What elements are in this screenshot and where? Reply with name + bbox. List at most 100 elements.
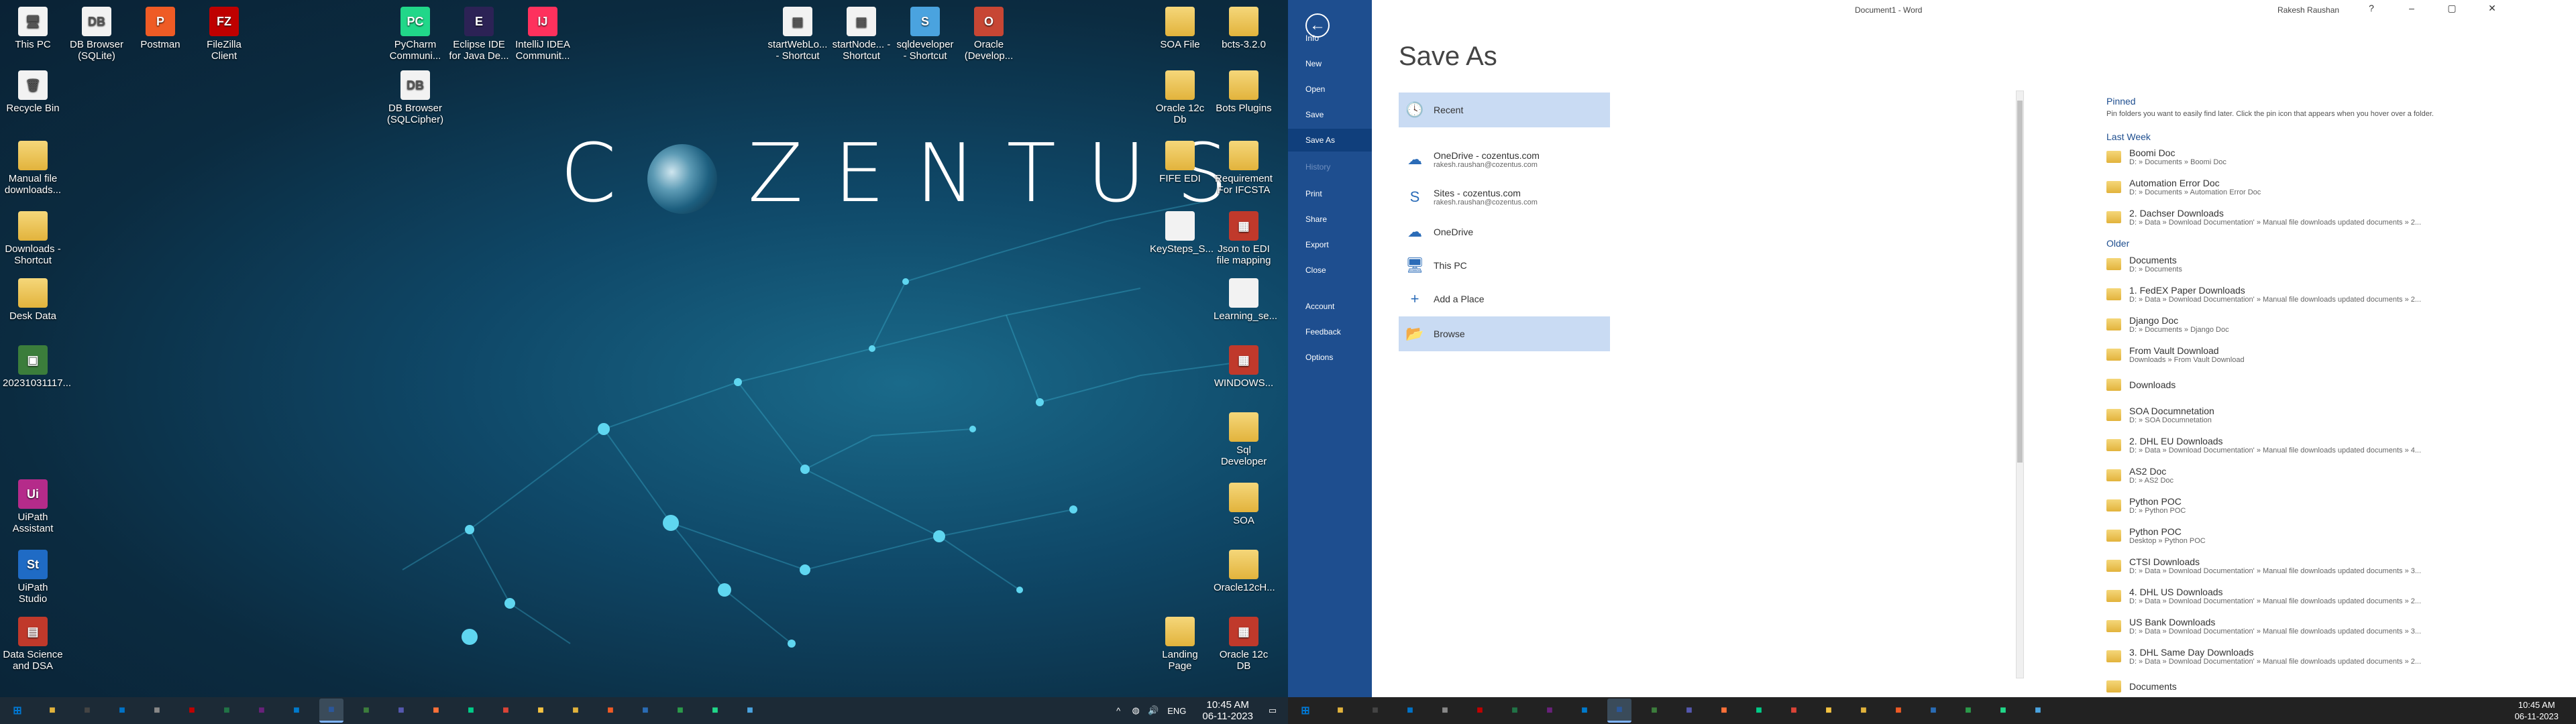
folder-row[interactable]: Python POC D: » Python POC [2106,491,2469,520]
user-name[interactable]: Rakesh Raushan [2277,5,2339,15]
folder-row[interactable]: 2. Dachser Downloads D: » Data » Download… [2106,202,2469,232]
desktop-icon[interactable]: Landing Page [1150,617,1210,672]
excel-icon[interactable]: ■ [215,699,239,723]
desktop-icon[interactable]: SOA File [1150,7,1210,50]
desktop-icon[interactable]: KeySteps_S... [1150,211,1214,255]
notepad-icon[interactable]: ■ [1642,699,1666,723]
chevron-up-icon[interactable]: ^ [1112,705,1124,717]
filezilla-icon[interactable]: ■ [1468,699,1492,723]
desktop-icon[interactable]: Desk Data [3,278,63,322]
chrome-icon[interactable]: ■ [1782,699,1806,723]
mail-icon[interactable]: ■ [1398,699,1422,723]
postman-icon[interactable]: ■ [1886,699,1911,723]
folder-row[interactable]: Documents [2106,672,2469,697]
folder-icon[interactable]: ■ [1851,699,1876,723]
folder-row[interactable]: Documents D: » Documents [2106,249,2469,279]
desktop-icon[interactable]: St UiPath Studio [3,550,63,605]
nav-share[interactable]: Share [1288,208,1372,231]
desktop-icon[interactable]: E Eclipse IDE for Java De... [449,7,509,62]
desktop-icon[interactable]: O Oracle (Develop... [959,7,1019,62]
close-icon[interactable]: ✕ [2479,3,2506,17]
desktop-icon[interactable]: Sql Developer [1214,412,1274,467]
desktop-icon[interactable]: FIFE EDI [1150,141,1210,184]
pycharm-icon[interactable]: ■ [1991,699,2015,723]
desktop-icon[interactable]: Requirement For IFCSTA [1214,141,1274,196]
chrome-icon[interactable]: ■ [494,699,518,723]
language-indicator[interactable]: ENG [1167,706,1186,716]
desktop-icon[interactable]: SOA [1214,483,1274,526]
app-icon[interactable]: ■ [1956,699,1980,723]
teams-icon[interactable]: ■ [389,699,413,723]
clock[interactable]: 10:45 AM 06-11-2023 [1202,699,1253,722]
place-recent[interactable]: 🕓 Recent [1399,93,1610,127]
folder-row[interactable]: 2. DHL EU Downloads D: » Data » Download … [2106,430,2469,460]
nav-save-as[interactable]: Save As [1288,129,1372,152]
folder-row[interactable]: Boomi Doc D: » Documents » Boomi Doc [2106,142,2469,172]
scrollbar[interactable] [2016,90,2024,678]
vs-icon[interactable]: ■ [1538,699,1562,723]
explorer-icon[interactable]: ■ [1817,699,1841,723]
desktop-icon[interactable]: FZ FileZilla Client [194,7,254,62]
nav-save[interactable]: Save [1288,103,1372,126]
desktop-icon[interactable]: ▤ startWebLo... - Shortcut [767,7,828,62]
edge-icon[interactable]: ■ [459,699,483,723]
nav-print[interactable]: Print [1288,182,1372,205]
vscode-icon[interactable]: ■ [284,699,309,723]
folder-row[interactable]: US Bank Downloads D: » Data » Download Do… [2106,611,2469,641]
folder-icon[interactable]: ■ [1328,699,1352,723]
start-icon[interactable]: ⊞ [5,699,30,723]
network-icon[interactable]: ◍ [1130,705,1142,717]
speaker-icon[interactable]: 🔊 [1147,705,1159,717]
sql-icon[interactable]: ■ [1921,699,1945,723]
word-icon[interactable]: ■ [1607,699,1631,723]
folder-row[interactable]: 4. DHL US Downloads D: » Data » Download … [2106,581,2469,611]
desktop-icon[interactable]: ▣ 20231031117... [3,345,71,389]
sql-developer-icon[interactable]: ■ [2026,699,2050,723]
pycharm-icon[interactable]: ■ [703,699,727,723]
place-add-a-place[interactable]: + Add a Place [1399,282,1610,316]
folder-row[interactable]: Automation Error Doc D: » Documents » Aut… [2106,172,2469,202]
nav-close[interactable]: Close [1288,259,1372,282]
app-icon[interactable]: ■ [668,699,692,723]
edge-icon[interactable]: ■ [1747,699,1771,723]
nav-info[interactable]: Info [1288,27,1372,50]
nav-feedback[interactable]: Feedback [1288,320,1372,343]
nav-open[interactable]: Open [1288,78,1372,101]
place-onedrive-cozentus-com[interactable]: ☁ OneDrive - cozentus.com rakesh.raushan@c… [1399,142,1610,177]
help-icon[interactable]: ? [2358,3,2385,17]
notification-icon[interactable]: ▭ [1267,705,1279,717]
desktop-icon[interactable]: Oracle 12c Db [1150,70,1210,125]
minimize-icon[interactable]: – [2398,3,2425,17]
desktop-icon[interactable]: Ssqldeveloper - Shortcut [895,7,955,62]
vs-icon[interactable]: ■ [250,699,274,723]
filezilla-icon[interactable]: ■ [180,699,204,723]
notion-icon[interactable]: ■ [75,699,99,723]
folder-row[interactable]: 3. DHL Same Day Downloads D: » Data » Dow… [2106,642,2469,671]
desktop-icon[interactable]: ▦ WINDOWS... [1214,345,1274,389]
folder-icon[interactable]: ■ [40,699,64,723]
postman-icon[interactable]: ■ [598,699,623,723]
notepad-icon[interactable]: ■ [354,699,378,723]
place-this-pc[interactable]: 🖥 This PC [1399,248,1610,283]
folder-row[interactable]: Python POC Desktop » Python POC [2106,521,2469,550]
maximize-icon[interactable]: ▢ [2438,3,2465,17]
place-browse[interactable]: 📂 Browse [1399,316,1610,351]
desktop-icon[interactable]: 🖥 This PC [3,7,63,50]
place-onedrive[interactable]: ☁ OneDrive [1399,215,1610,249]
desktop-icon[interactable]: 🗑 Recycle Bin [3,70,63,114]
word-icon[interactable]: ■ [319,699,343,723]
desktop-icon[interactable]: Ui UiPath Assistant [3,479,63,534]
desktop-icon[interactable]: ▦ Oracle 12c DB [1214,617,1274,672]
nav-account[interactable]: Account [1288,295,1372,318]
folder-row[interactable]: 1. FedEX Paper Downloads D: » Data » Down… [2106,280,2469,309]
folder-row[interactable]: Downloads [2106,370,2469,400]
folder-row[interactable]: Django Doc D: » Documents » Django Doc [2106,310,2469,339]
desktop-icon[interactable]: ▤ Data Science and DSA [3,617,63,672]
explorer-icon[interactable]: ■ [529,699,553,723]
folder-row[interactable]: From Vault Download Downloads » From Vaul… [2106,340,2469,369]
sql-icon[interactable]: ■ [633,699,657,723]
place-sites-cozentus-com[interactable]: S Sites - cozentus.com rakesh.raushan@coze… [1399,180,1610,215]
files-icon[interactable]: ■ [145,699,169,723]
clock-right[interactable]: 10:45 AM 06-11-2023 [2514,699,2559,722]
firefox-icon[interactable]: ■ [424,699,448,723]
